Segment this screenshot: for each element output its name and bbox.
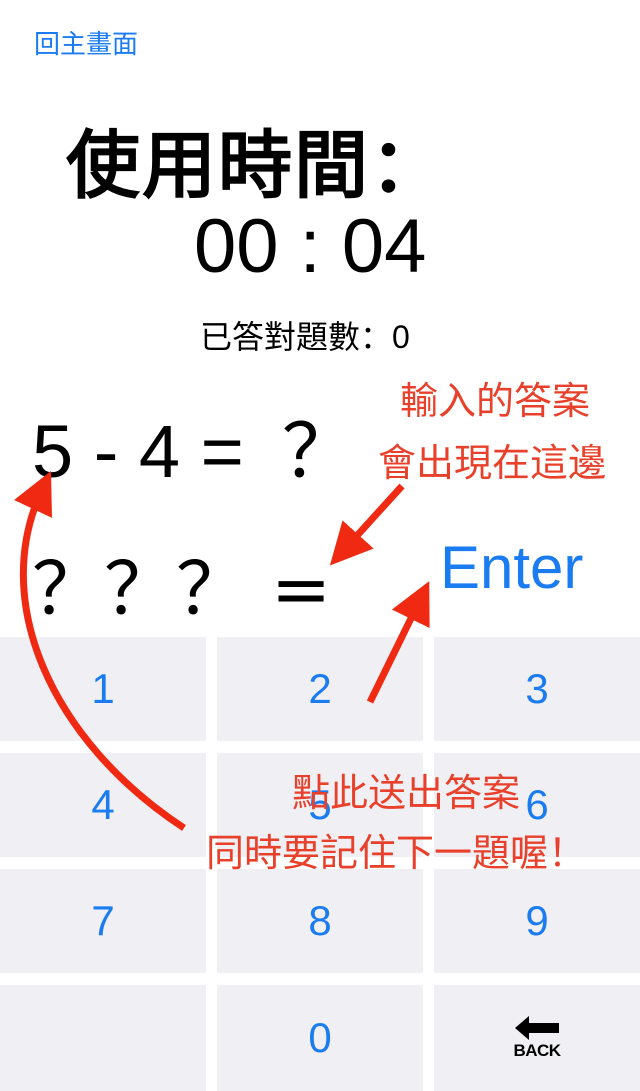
- key-8[interactable]: 8: [217, 869, 423, 973]
- key-9[interactable]: 9: [434, 869, 640, 973]
- key-blank: [0, 985, 206, 1091]
- home-link[interactable]: 回主畫面: [34, 24, 138, 61]
- question-expression: 5 - 4 =: [32, 410, 244, 493]
- annotation-answer-line2: 會出現在這邊: [378, 441, 607, 485]
- annotation-enter-line1: 點此送出答案: [292, 771, 521, 815]
- back-label: BACK: [513, 1040, 561, 1060]
- key-0[interactable]: 0: [217, 985, 423, 1091]
- key-7[interactable]: 7: [0, 869, 206, 973]
- key-3[interactable]: 3: [434, 637, 640, 741]
- score-value: 0: [392, 319, 410, 355]
- key-1[interactable]: 1: [0, 637, 206, 741]
- back-button[interactable]: BACK: [434, 985, 640, 1091]
- back-arrow-icon: [515, 1015, 559, 1040]
- enter-button[interactable]: Enter: [440, 533, 583, 602]
- annotation-answer-line1: 輸入的答案: [400, 379, 591, 423]
- question-display: 5 - 4 = ？: [32, 392, 356, 499]
- timer-value: 00 : 04: [194, 204, 427, 289]
- question-mark: ？: [281, 409, 356, 495]
- score-label: 已答對題數：: [200, 318, 393, 356]
- score-display: 已答對題數：0: [200, 312, 410, 358]
- key-2[interactable]: 2: [217, 637, 423, 741]
- key-4[interactable]: 4: [0, 753, 206, 857]
- annotation-enter-line2: 同時要記住下一題喔！: [206, 831, 587, 875]
- timer-title: 使用時間：: [66, 123, 446, 209]
- answer-display: ？？？ =: [32, 547, 332, 631]
